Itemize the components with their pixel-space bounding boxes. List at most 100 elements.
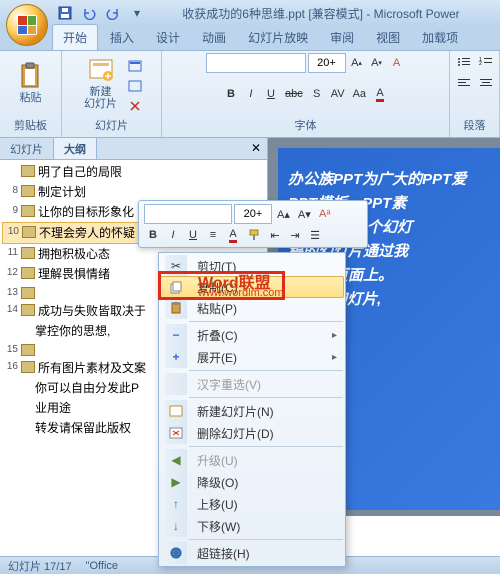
font-color-button[interactable]: A <box>371 85 389 103</box>
slide-icon <box>21 165 35 177</box>
status-theme: "Office <box>86 560 118 572</box>
ribbon-tabs: 开始 插入 设计 动画 幻灯片放映 审阅 视图 加载项 <box>0 26 500 50</box>
menu-delete-slide[interactable]: 删除幻灯片(D) <box>161 422 343 444</box>
outline-item[interactable]: 明了自己的局限 <box>38 163 263 181</box>
svg-text:2: 2 <box>479 61 482 67</box>
underline-button[interactable]: U <box>262 85 280 103</box>
tab-view[interactable]: 视图 <box>366 25 410 50</box>
new-slide-icon <box>87 56 115 84</box>
italic-button[interactable]: I <box>242 85 260 103</box>
menu-reconvert: 汉字重选(V) <box>161 373 343 395</box>
shadow-button[interactable]: S <box>308 85 326 103</box>
office-button[interactable] <box>6 4 48 46</box>
change-case-button[interactable]: Aa <box>350 85 369 103</box>
mini-size-combo[interactable]: 20+ <box>234 204 272 224</box>
cut-icon: ✂ <box>171 259 181 273</box>
grow-font-button[interactable]: A▴ <box>348 54 366 72</box>
mini-bold[interactable]: B <box>144 226 162 244</box>
numbering-button[interactable]: 12 <box>476 53 496 71</box>
menu-new-slide[interactable]: 新建幻灯片(N) <box>161 400 343 422</box>
mini-decrease-indent[interactable]: ⇤ <box>266 226 284 244</box>
slide-icon <box>21 185 35 197</box>
bold-button[interactable]: B <box>222 85 240 103</box>
mini-grow-font[interactable]: A▴ <box>274 205 293 223</box>
tab-slideshow[interactable]: 幻灯片放映 <box>238 25 318 50</box>
menu-demote[interactable]: ▶降级(O) <box>161 471 343 493</box>
slide-icon <box>21 205 35 217</box>
shrink-font-button[interactable]: A▾ <box>368 54 386 72</box>
new-slide-icon <box>169 405 183 417</box>
layout-button[interactable] <box>125 57 145 75</box>
tab-insert[interactable]: 插入 <box>100 25 144 50</box>
mini-clear-format[interactable]: Aᵃ <box>316 205 334 223</box>
tab-slides-thumb[interactable]: 幻灯片 <box>0 138 54 159</box>
quick-access-toolbar: ▾ <box>56 4 146 22</box>
slide-icon <box>21 267 35 279</box>
tab-addins[interactable]: 加载项 <box>412 25 468 50</box>
mini-increase-indent[interactable]: ⇥ <box>286 226 304 244</box>
move-up-icon: ↑ <box>173 497 179 511</box>
slide-icon <box>21 287 35 299</box>
mini-shrink-font[interactable]: A▾ <box>295 205 314 223</box>
align-center-button[interactable] <box>476 74 496 92</box>
close-pane-button[interactable]: ✕ <box>245 138 267 159</box>
clear-format-button[interactable]: A <box>388 54 406 72</box>
save-icon[interactable] <box>56 4 74 22</box>
menu-collapse[interactable]: −折叠(C)▸ <box>161 324 343 346</box>
slide-icon <box>21 361 35 373</box>
delete-button[interactable] <box>125 97 145 115</box>
demote-icon: ▶ <box>171 475 180 489</box>
paste-button[interactable]: 粘贴 <box>9 53 53 113</box>
move-down-icon: ↓ <box>173 519 179 533</box>
group-slides: 新建 幻灯片 幻灯片 <box>62 51 162 137</box>
slide-icon <box>21 344 35 356</box>
tab-home[interactable]: 开始 <box>52 24 98 50</box>
mini-align[interactable]: ≡ <box>204 226 222 244</box>
mini-bullets[interactable]: ☰ <box>306 226 324 244</box>
slide-icon <box>22 226 36 238</box>
tab-animations[interactable]: 动画 <box>192 25 236 50</box>
paste-icon <box>17 62 45 90</box>
group-font: 20+ A▴ A▾ A B I U abc S AV Aa A 字体 <box>162 51 450 137</box>
mini-italic[interactable]: I <box>164 226 182 244</box>
align-left-button[interactable] <box>454 74 474 92</box>
new-slide-button[interactable]: 新建 幻灯片 <box>79 53 123 113</box>
menu-move-down[interactable]: ↓下移(W) <box>161 515 343 537</box>
strike-button[interactable]: abc <box>282 85 306 103</box>
tab-outline[interactable]: 大纲 <box>54 138 97 159</box>
mini-font-color[interactable]: A <box>224 226 242 244</box>
paste-icon <box>169 301 183 315</box>
chevron-right-icon: ▸ <box>332 352 337 363</box>
menu-expand[interactable]: +展开(E)▸ <box>161 346 343 368</box>
bullets-button[interactable] <box>454 53 474 71</box>
font-size-combo[interactable]: 20+ <box>308 53 346 73</box>
slide-icon <box>21 247 35 259</box>
reset-button[interactable] <box>125 77 145 95</box>
copy-icon <box>169 280 183 294</box>
redo-icon[interactable] <box>104 4 122 22</box>
status-slide-count: 幻灯片 17/17 <box>8 558 72 574</box>
hyperlink-icon <box>169 546 183 560</box>
menu-copy[interactable]: 复制(C) <box>160 276 344 298</box>
mini-format-painter[interactable] <box>244 226 264 244</box>
delete-slide-icon <box>169 427 183 439</box>
char-spacing-button[interactable]: AV <box>328 85 348 103</box>
slide-icon <box>21 304 35 316</box>
menu-move-up[interactable]: ↑上移(U) <box>161 493 343 515</box>
menu-paste[interactable]: 粘贴(P) <box>161 297 343 319</box>
qat-dropdown-icon[interactable]: ▾ <box>128 4 146 22</box>
mini-font-combo[interactable] <box>144 204 232 224</box>
menu-cut[interactable]: ✂剪切(T) <box>161 255 343 277</box>
mini-underline[interactable]: U <box>184 226 202 244</box>
outline-item[interactable]: 制定计划 <box>38 183 263 201</box>
window-title: 收获成功的6种思维.ppt [兼容模式] - Microsoft Power <box>146 5 496 22</box>
chevron-right-icon: ▸ <box>332 330 337 341</box>
tab-review[interactable]: 审阅 <box>320 25 364 50</box>
context-menu: ✂剪切(T) 复制(C) 粘贴(P) −折叠(C)▸ +展开(E)▸ 汉字重选(… <box>158 252 346 567</box>
font-family-combo[interactable] <box>206 53 306 73</box>
group-clipboard: 粘贴 剪贴板 <box>0 51 62 137</box>
tab-design[interactable]: 设计 <box>146 25 190 50</box>
undo-icon[interactable] <box>80 4 98 22</box>
menu-hyperlink[interactable]: 超链接(H) <box>161 542 343 564</box>
ribbon: 粘贴 剪贴板 新建 幻灯片 幻灯片 20+ A▴ A▾ A B I <box>0 50 500 138</box>
